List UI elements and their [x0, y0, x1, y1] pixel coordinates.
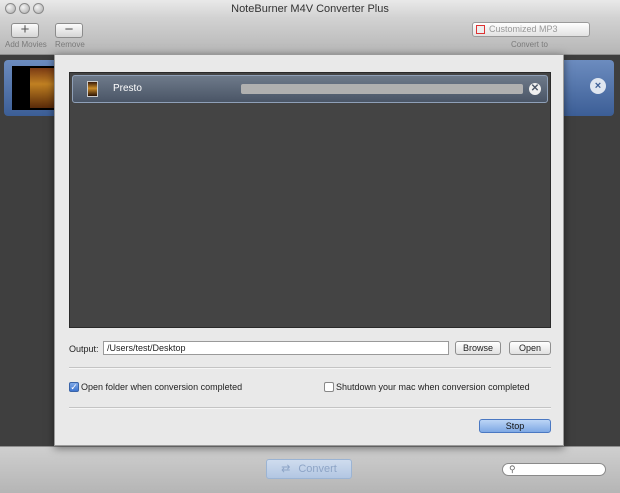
output-format-value: Customized MP3	[489, 24, 558, 34]
plus-icon: +	[20, 21, 30, 38]
convert-button[interactable]: ⇄ Convert	[266, 459, 352, 479]
movie-poster	[30, 68, 54, 108]
item-thumbnail	[87, 81, 98, 97]
magnifier-icon: ⚲	[509, 464, 516, 474]
convert-label: Convert	[298, 463, 337, 475]
open-folder-label: Open folder when conversion completed	[81, 382, 243, 392]
add-movies-button[interactable]: +	[11, 21, 39, 38]
conversion-progress-bar	[241, 84, 523, 94]
browse-button[interactable]: Browse	[455, 341, 501, 355]
divider	[69, 407, 551, 409]
stop-button[interactable]: Stop	[479, 419, 551, 433]
conversion-item[interactable]: Presto ✕	[72, 75, 548, 103]
convert-to-label: Convert to	[511, 40, 548, 49]
open-button[interactable]: Open	[509, 341, 551, 355]
output-label: Output:	[69, 344, 99, 354]
remove-label: Remove	[55, 40, 85, 49]
title-bar: NoteBurner M4V Converter Plus	[0, 0, 620, 18]
conversion-list: Presto ✕	[69, 72, 551, 328]
shutdown-label: Shutdown your mac when conversion comple…	[336, 382, 530, 392]
window-title: NoteBurner M4V Converter Plus	[231, 3, 389, 15]
conversion-sheet: Presto ✕ Output: /Users/test/Desktop Bro…	[54, 54, 564, 446]
item-name: Presto	[113, 83, 142, 94]
output-path-field[interactable]: /Users/test/Desktop	[103, 341, 449, 355]
music-file-icon	[476, 25, 485, 34]
cancel-item-icon[interactable]: ✕	[529, 83, 541, 95]
open-folder-checkbox[interactable]: ✓	[69, 382, 79, 392]
shutdown-checkbox[interactable]	[324, 382, 334, 392]
refresh-arrows-icon: ⇄	[281, 463, 291, 475]
divider	[69, 367, 551, 369]
remove-button[interactable]: −	[55, 21, 83, 38]
search-field[interactable]: ⚲	[502, 463, 606, 476]
output-format-select[interactable]: Customized MP3	[472, 22, 590, 37]
add-movies-label: Add Movies	[5, 40, 47, 49]
minus-icon: −	[64, 21, 74, 38]
remove-movie-icon[interactable]: ×	[590, 78, 606, 94]
toolbar: + Add Movies − Remove Customized MP3 Con…	[0, 18, 620, 55]
bottom-bar: ⇄ Convert ⚲	[0, 446, 620, 493]
